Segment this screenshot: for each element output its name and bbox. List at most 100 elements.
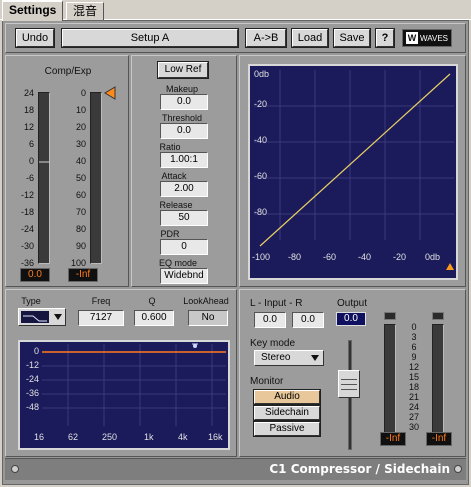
clip-led-right[interactable] (432, 312, 444, 320)
ratio-value[interactable]: 1.00:1 (160, 152, 208, 168)
lookahead-toggle[interactable]: No (188, 310, 228, 326)
monitor-audio-button[interactable]: Audio (254, 390, 320, 404)
gain-reduction-meter (38, 92, 50, 264)
comp-exp-panel: Comp/Exp 24 18 12 6 0 -6 -12 -18 -24 -30… (5, 55, 129, 287)
transfer-curve-graph[interactable]: 0db -20 -40 -60 -80 -100 -80 -60 -40 -20… (248, 64, 458, 280)
transfer-curve-line (259, 73, 451, 247)
ab-button[interactable]: A->B (246, 29, 286, 47)
eq-shape-icon (23, 315, 47, 322)
graph-x-label: -20 (393, 252, 407, 262)
waves-logo: W WAVES (402, 29, 452, 47)
lookahead-label: LookAhead (183, 296, 229, 306)
input-right-value[interactable]: 0.0 (292, 312, 324, 328)
sidechain-eq-panel: Type Freq 7127 Q 0.600 LookAhead No 0 -1… (5, 289, 237, 457)
graph-x-label: -100 (252, 252, 271, 262)
output-meter-tick: 21 (408, 392, 419, 402)
level-tick: 10 (75, 105, 86, 115)
output-value[interactable]: 0.0 (336, 312, 366, 326)
makeup-value[interactable]: 0.0 (160, 94, 208, 110)
gain-tick: 6 (28, 139, 34, 149)
output-meter-tick: 24 (408, 402, 419, 412)
gain-tick: 18 (23, 105, 34, 115)
toolbar: Undo Setup A A->B Load Save ? W WAVES (5, 23, 466, 53)
level-tick: 50 (75, 173, 86, 183)
gain-readout: 0.0 (20, 268, 50, 282)
undo-button[interactable]: Undo (16, 29, 54, 47)
screw-icon (454, 465, 462, 473)
threshold-arrow-icon[interactable] (104, 86, 116, 100)
eq-node-icon (192, 343, 198, 348)
eq-x-label: 1k (144, 432, 154, 442)
plugin-window: Undo Setup A A->B Load Save ? W WAVES Com… (2, 20, 469, 485)
output-meter-tick: 9 (411, 352, 417, 362)
input-left-value[interactable]: 0.0 (254, 312, 286, 328)
threshold-label: Threshold (161, 113, 203, 123)
pdr-value[interactable]: 0 (160, 239, 208, 255)
monitor-passive-button[interactable]: Passive (254, 422, 320, 436)
output-meter-left (384, 324, 396, 444)
level-tick: 30 (75, 139, 86, 149)
eq-type-display (21, 311, 49, 323)
eq-y-label: -12 (26, 360, 40, 370)
graph-y-label: -40 (254, 135, 268, 145)
eq-freq-label: Freq (91, 296, 111, 306)
eq-y-label: -48 (26, 402, 40, 412)
key-mode-dropdown[interactable]: Stereo (254, 350, 324, 366)
eq-q-value[interactable]: 0.600 (134, 310, 174, 326)
threshold-value[interactable]: 0.0 (160, 123, 208, 139)
tab-settings[interactable]: Settings (2, 0, 64, 21)
low-ref-button[interactable]: Low Ref (158, 62, 208, 78)
sidechain-eq-graph[interactable]: 0 -12 -24 -36 -48 16 62 250 1k 4k 16k (18, 340, 230, 450)
gain-tick: 0 (28, 156, 34, 166)
level-tick: 60 (75, 190, 86, 200)
eq-x-label: 4k (178, 432, 188, 442)
gain-tick: -12 (20, 190, 34, 200)
output-label: Output (336, 298, 368, 309)
eq-mode-value[interactable]: Widebnd (160, 268, 208, 284)
key-mode-label: Key mode (250, 338, 296, 349)
eq-freq-value[interactable]: 7127 (78, 310, 124, 326)
clip-led-left[interactable] (384, 312, 396, 320)
output-meter-right (432, 324, 444, 444)
output-right-readout: -Inf (426, 432, 452, 446)
eq-y-label: -24 (26, 374, 40, 384)
attack-value[interactable]: 2.00 (160, 181, 208, 197)
graph-y-label: 0db (254, 69, 270, 79)
monitor-sidechain-button[interactable]: Sidechain (254, 406, 320, 420)
level-tick: 90 (75, 241, 86, 251)
transfer-graph-panel: 0db -20 -40 -60 -80 -100 -80 -60 -40 -20… (239, 55, 466, 287)
level-tick: 80 (75, 224, 86, 234)
help-button[interactable]: ? (376, 29, 394, 47)
tab-mix[interactable]: 混音 (66, 2, 105, 20)
level-tick: 0 (80, 88, 86, 98)
gain-tick: 24 (23, 88, 34, 98)
output-meter-scale: 0 3 6 9 12 15 18 21 24 27 30 (400, 322, 428, 442)
fader-grip-line (341, 384, 357, 385)
load-button[interactable]: Load (292, 29, 328, 47)
save-button[interactable]: Save (334, 29, 370, 47)
threshold-level-meter (90, 92, 102, 264)
eq-type-dropdown[interactable] (18, 308, 66, 326)
makeup-label: Makeup (165, 84, 199, 94)
output-left-readout: -Inf (380, 432, 406, 446)
output-meter-tick: 27 (408, 412, 419, 422)
chevron-down-icon (311, 355, 319, 361)
eq-x-label: 62 (68, 432, 79, 442)
release-label: Release (159, 200, 193, 210)
key-mode-value: Stereo (261, 352, 291, 363)
graph-y-label: -80 (254, 207, 268, 217)
waves-logo-icon: W (406, 32, 418, 44)
io-panel: L - Input - R 0.0 0.0 Output 0.0 Key mod… (239, 289, 466, 457)
graph-y-label: -60 (254, 171, 268, 181)
setup-button[interactable]: Setup A (62, 29, 238, 47)
output-fader-handle[interactable] (338, 370, 360, 398)
level-tick: 70 (75, 207, 86, 217)
gain-meter-marker (39, 161, 49, 163)
release-value[interactable]: 50 (160, 210, 208, 226)
level-tick: 40 (75, 156, 86, 166)
fader-grip-line (341, 389, 357, 390)
graph-x-label: -40 (358, 252, 372, 262)
pdr-label: PDR (160, 229, 180, 239)
waves-logo-text: WAVES (420, 34, 449, 43)
eq-x-label: 250 (102, 432, 118, 442)
